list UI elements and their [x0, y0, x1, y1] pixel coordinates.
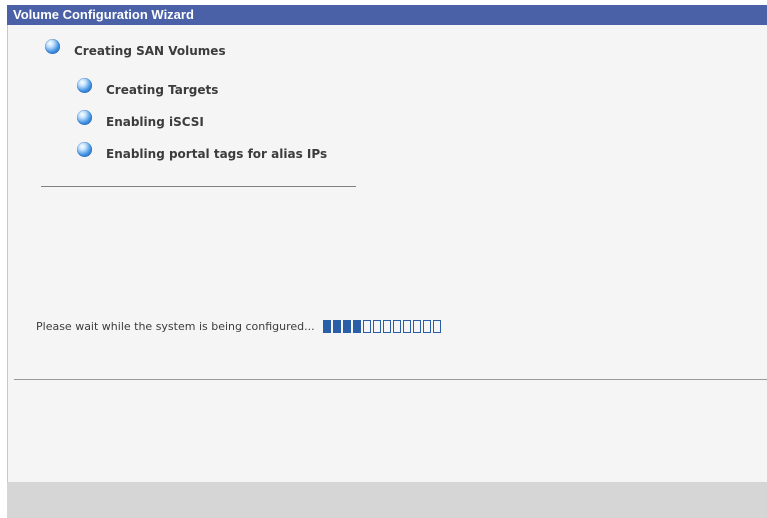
- wizard-window: Volume Configuration Wizard Creating SAN…: [0, 0, 767, 518]
- step-label: Creating SAN Volumes: [74, 43, 226, 58]
- progress-bar: [322, 320, 441, 333]
- step-label: Enabling portal tags for alias IPs: [106, 146, 328, 161]
- progress-segment-filled: [332, 320, 341, 333]
- step-label: Creating Targets: [106, 82, 219, 97]
- progress-segment-empty: [392, 320, 401, 333]
- window-title: Volume Configuration Wizard: [13, 7, 194, 22]
- footer-bar: [7, 482, 767, 518]
- step-enabling-portal-tags: Enabling portal tags for alias IPs: [77, 142, 328, 161]
- globe-bullet-icon: [77, 78, 92, 93]
- progress-segment-filled: [352, 320, 361, 333]
- globe-bullet-icon: [77, 110, 92, 125]
- globe-bullet-icon: [77, 142, 92, 157]
- globe-bullet-icon: [45, 39, 60, 54]
- step-creating-targets: Creating Targets: [77, 78, 219, 97]
- progress-segment-empty: [362, 320, 371, 333]
- progress-segment-empty: [402, 320, 411, 333]
- title-bar: Volume Configuration Wizard: [7, 5, 767, 25]
- step-label: Enabling iSCSI: [106, 114, 204, 129]
- status-message: Please wait while the system is being co…: [36, 320, 315, 333]
- steps-divider: [41, 186, 356, 187]
- progress-segment-filled: [342, 320, 351, 333]
- status-row: Please wait while the system is being co…: [36, 320, 441, 333]
- step-enabling-iscsi: Enabling iSCSI: [77, 110, 204, 129]
- progress-segment-empty: [382, 320, 391, 333]
- progress-segment-empty: [422, 320, 431, 333]
- progress-segment-empty: [412, 320, 421, 333]
- content-divider: [14, 379, 767, 380]
- step-creating-san-volumes: Creating SAN Volumes: [45, 39, 226, 58]
- progress-segment-filled: [322, 320, 331, 333]
- progress-segment-empty: [432, 320, 441, 333]
- progress-segment-empty: [372, 320, 381, 333]
